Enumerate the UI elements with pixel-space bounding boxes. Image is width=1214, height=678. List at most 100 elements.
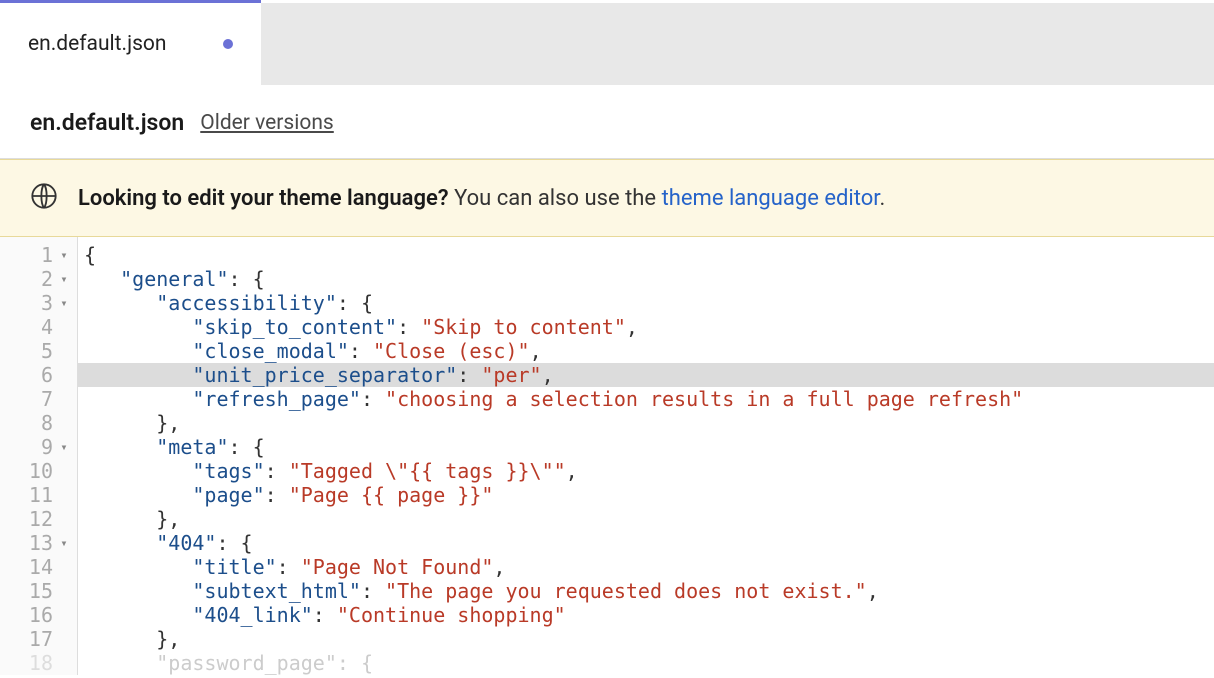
code-line[interactable]: { [78,243,1214,267]
fold-toggle-icon[interactable]: ▾ [57,531,71,555]
token-punc: : { [229,267,265,291]
token-punc: }, [156,507,180,531]
token-punc: { [84,243,96,267]
token-key: "accessibility" [156,291,337,315]
gutter-line: 14▾ [0,555,77,579]
line-number: 16 [25,603,53,627]
code-line[interactable]: "unit_price_separator": "per", [78,363,1214,387]
token-punc: : { [229,435,265,459]
token-key: "page" [192,483,264,507]
fold-toggle-icon[interactable]: ▾ [57,267,71,291]
tab-title: en.default.json [28,32,167,56]
line-number: 6 [25,363,53,387]
token-str: "Tagged \"{{ tags }}\"" [289,459,566,483]
fold-toggle-icon[interactable]: ▾ [57,243,71,267]
line-number: 3 [25,291,53,315]
token-punc: , [566,459,578,483]
tab-bar: en.default.json [0,3,1214,85]
gutter-line: 13▾ [0,531,77,555]
gutter-line: 1▾ [0,243,77,267]
token-key: "404" [156,531,216,555]
code-line[interactable]: "page": "Page {{ page }}" [78,483,1214,507]
line-number: 9 [25,435,53,459]
line-number: 5 [25,339,53,363]
token-punc: : [457,363,481,387]
gutter-line: 12▾ [0,507,77,531]
gutter-line: 15▾ [0,579,77,603]
gutter-line: 3▾ [0,291,77,315]
token-punc: , [530,339,542,363]
globe-icon [30,182,58,214]
line-number: 7 [25,387,53,411]
gutter-line: 16▾ [0,603,77,627]
token-punc: , [626,315,638,339]
code-line[interactable]: "404_link": "Continue shopping" [78,603,1214,627]
fold-toggle-icon[interactable]: ▾ [57,291,71,315]
line-number: 10 [25,459,53,483]
banner-rest: You can also use the [449,186,662,211]
token-punc: : { [337,291,373,315]
code-line[interactable]: "refresh_page": "choosing a selection re… [78,387,1214,411]
token-punc: : [361,579,385,603]
token-key: "close_modal" [192,339,349,363]
line-number: 15 [25,579,53,603]
token-key: "title" [192,555,276,579]
line-number: 11 [25,483,53,507]
code-line[interactable]: "password_page": { [78,651,1214,675]
token-punc: : [265,483,289,507]
code-line[interactable]: "subtext_html": "The page you requested … [78,579,1214,603]
gutter-line: 9▾ [0,435,77,459]
gutter: 1▾2▾3▾4▾5▾6▾7▾8▾9▾10▾11▾12▾13▾14▾15▾16▾1… [0,237,78,675]
code-line[interactable]: "skip_to_content": "Skip to content", [78,315,1214,339]
code-line[interactable]: "title": "Page Not Found", [78,555,1214,579]
token-key: "skip_to_content" [192,315,397,339]
token-str: "Page {{ page }}" [289,483,494,507]
line-number: 2 [25,267,53,291]
token-key: "meta" [156,435,228,459]
page-title: en.default.json [30,109,184,136]
code-line[interactable]: "close_modal": "Close (esc)", [78,339,1214,363]
code-line[interactable]: "accessibility": { [78,291,1214,315]
token-punc: : [397,315,421,339]
gutter-line: 11▾ [0,483,77,507]
line-number: 14 [25,555,53,579]
code-area[interactable]: { "general": { "accessibility": { "skip_… [78,237,1214,675]
gutter-line: 2▾ [0,267,77,291]
code-line[interactable]: "meta": { [78,435,1214,459]
token-str: "Continue shopping" [337,603,566,627]
token-punc: : [277,555,301,579]
code-line[interactable]: }, [78,627,1214,651]
fold-toggle-icon[interactable]: ▾ [57,435,71,459]
gutter-line: 7▾ [0,387,77,411]
line-number: 13 [25,531,53,555]
theme-language-editor-link[interactable]: theme language editor [662,186,880,211]
token-punc: }, [156,627,180,651]
token-str: "Skip to content" [421,315,626,339]
token-key: "unit_price_separator" [192,363,457,387]
line-number: 8 [25,411,53,435]
token-punc: : { [337,651,373,675]
code-line[interactable]: "general": { [78,267,1214,291]
banner-strong: Looking to edit your theme language? [78,186,449,211]
token-punc: : [313,603,337,627]
line-number: 18 [25,651,53,675]
code-line[interactable]: }, [78,507,1214,531]
token-punc: : { [216,531,252,555]
line-number: 12 [25,507,53,531]
token-str: "Close (esc)" [373,339,530,363]
token-str: "per" [481,363,541,387]
token-key: "404_link" [192,603,312,627]
token-key: "password_page" [156,651,337,675]
older-versions-link[interactable]: Older versions [200,111,334,135]
banner-period: . [879,186,885,211]
banner-text: Looking to edit your theme language? You… [78,186,885,211]
gutter-line: 8▾ [0,411,77,435]
code-line[interactable]: }, [78,411,1214,435]
info-banner: Looking to edit your theme language? You… [0,159,1214,237]
code-editor[interactable]: 1▾2▾3▾4▾5▾6▾7▾8▾9▾10▾11▾12▾13▾14▾15▾16▾1… [0,237,1214,675]
code-line[interactable]: "404": { [78,531,1214,555]
code-line[interactable]: "tags": "Tagged \"{{ tags }}\"", [78,459,1214,483]
tab-en-default-json[interactable]: en.default.json [0,3,261,85]
breadcrumb: en.default.json Older versions [0,85,1214,159]
gutter-line: 18▾ [0,651,77,675]
